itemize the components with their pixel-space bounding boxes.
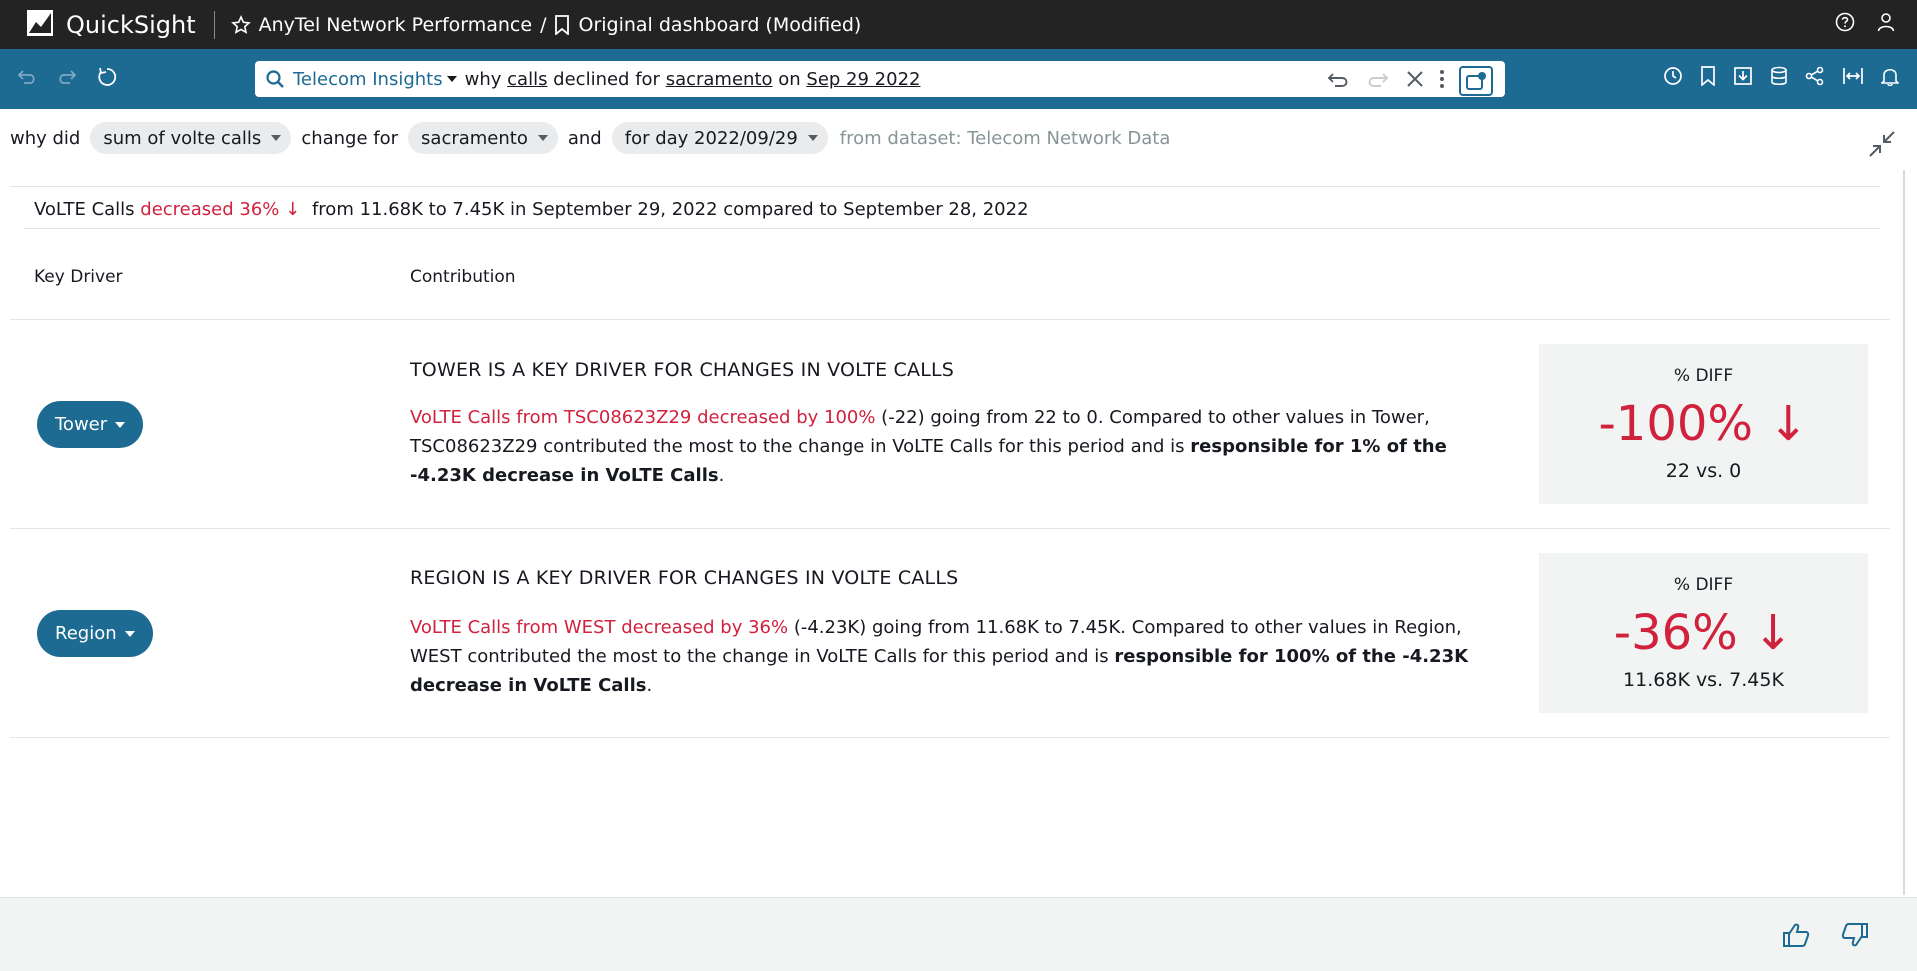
diff-label: % DIFF: [1673, 366, 1734, 386]
driver-title: TOWER IS A KEY DRIVER FOR CHANGES IN VOL…: [410, 359, 955, 381]
diff-card: % DIFF -100% ↓ 22 vs. 0: [1539, 344, 1868, 504]
diff-label: % DIFF: [1673, 575, 1734, 595]
driver-description: VoLTE Calls from WEST decreased by 36% (…: [410, 613, 1490, 700]
query-text: why: [464, 68, 508, 90]
down-arrow-icon: ↓: [285, 199, 301, 220]
diff-value: -36% ↓: [1539, 605, 1868, 661]
diff-card: % DIFF -36% ↓ 11.68K vs. 7.45K: [1539, 553, 1868, 713]
more-vertical-icon[interactable]: [1439, 69, 1445, 94]
diff-value-number: -100%: [1598, 396, 1754, 452]
chevron-down-icon: [115, 421, 126, 428]
down-arrow-icon: ↓: [1768, 396, 1809, 452]
diff-value: -100% ↓: [1539, 396, 1868, 452]
feedback-footer: [0, 897, 1917, 971]
thumbs-down-icon[interactable]: [1841, 922, 1869, 952]
clock-icon[interactable]: [1663, 66, 1683, 90]
database-icon[interactable]: [1770, 66, 1788, 90]
column-header-driver: Key Driver: [34, 267, 123, 287]
date-selector[interactable]: for day 2022/09/29: [611, 122, 828, 154]
topic-selector[interactable]: Telecom Insights: [293, 69, 443, 90]
q-bar: Telecom Insights why calls declined for …: [0, 49, 1917, 109]
chevron-down-icon: [537, 135, 548, 141]
divider: [10, 528, 1890, 529]
summary-metric: VoLTE Calls: [34, 199, 135, 220]
quicksight-logo-icon: [26, 9, 54, 41]
query-text: on: [772, 68, 807, 90]
top-bar: QuickSight AnyTel Network Performance / …: [0, 0, 1917, 49]
summary-change: decreased 36%: [140, 199, 280, 220]
divider: [213, 10, 215, 39]
q-topic-panel-button[interactable]: [1459, 66, 1493, 96]
user-icon[interactable]: [1877, 12, 1895, 36]
diff-compare: 11.68K vs. 7.45K: [1623, 669, 1784, 691]
breadcrumb-separator: /: [540, 13, 547, 36]
interp-text: change for: [301, 127, 399, 149]
chevron-down-icon: [807, 135, 818, 141]
measure-label: sum of volte calls: [103, 127, 262, 149]
chevron-down-icon: [271, 135, 282, 141]
app-logo[interactable]: QuickSight: [26, 9, 196, 41]
query-term-calls[interactable]: calls: [507, 69, 547, 90]
bookmark-icon: [554, 14, 570, 35]
diff-value-number: -36%: [1613, 605, 1738, 661]
driver-red-text: VoLTE Calls from WEST decreased by 36%: [410, 617, 789, 638]
query-text: declined for: [547, 68, 666, 90]
interp-text: and: [567, 127, 602, 149]
help-icon[interactable]: [1835, 12, 1855, 36]
fit-width-icon[interactable]: [1842, 66, 1864, 90]
query-term-date[interactable]: Sep 29 2022: [806, 69, 920, 90]
undo-icon[interactable]: [1325, 69, 1351, 94]
driver-description: VoLTE Calls from TSC08623Z29 decreased b…: [410, 403, 1490, 490]
divider: [10, 319, 1890, 320]
query-term-city[interactable]: sacramento: [666, 69, 773, 90]
star-icon[interactable]: [230, 14, 251, 35]
divider: [10, 737, 1890, 738]
redo-icon[interactable]: [1365, 69, 1391, 94]
redo-icon[interactable]: [56, 66, 78, 92]
driver-end: .: [718, 465, 725, 486]
bookmark-icon[interactable]: [1700, 66, 1716, 90]
breadcrumb-dashboard[interactable]: AnyTel Network Performance: [259, 14, 532, 36]
divider: [10, 186, 1880, 187]
filter-label: sacramento: [421, 127, 528, 149]
chevron-down-icon[interactable]: [446, 76, 457, 82]
undo-icon[interactable]: [16, 66, 38, 92]
driver-red-text: VoLTE Calls from TSC08623Z29 decreased b…: [410, 407, 876, 428]
driver-button-label: Region: [55, 623, 117, 644]
filter-selector[interactable]: sacramento: [408, 122, 558, 154]
app-name: QuickSight: [66, 10, 196, 39]
scrollbar[interactable]: [1903, 170, 1905, 895]
tower-driver-button[interactable]: Tower: [37, 401, 144, 448]
measure-selector[interactable]: sum of volte calls: [90, 122, 292, 154]
dataset-label: from dataset: Telecom Network Data: [839, 127, 1171, 149]
download-icon[interactable]: [1733, 66, 1753, 90]
share-icon[interactable]: [1805, 66, 1825, 90]
region-driver-button[interactable]: Region: [37, 610, 153, 657]
bell-icon[interactable]: [1880, 66, 1900, 90]
driver-button-label: Tower: [55, 414, 108, 435]
collapse-icon[interactable]: [1868, 130, 1896, 162]
chevron-down-icon: [124, 630, 135, 637]
thumbs-up-icon[interactable]: [1782, 922, 1810, 952]
down-arrow-icon: ↓: [1753, 605, 1794, 661]
driver-title: REGION IS A KEY DRIVER FOR CHANGES IN VO…: [410, 567, 959, 589]
divider: [24, 228, 1880, 229]
diff-compare: 22 vs. 0: [1665, 460, 1742, 482]
q-search-bar[interactable]: Telecom Insights why calls declined for …: [255, 61, 1505, 97]
interp-text: why did: [10, 127, 81, 149]
column-header-contribution: Contribution: [410, 267, 516, 287]
date-label: for day 2022/09/29: [624, 127, 798, 149]
search-query[interactable]: why calls declined for sacramento on Sep…: [465, 69, 921, 90]
interpretation-bar: why did sum of volte calls change for sa…: [10, 122, 1170, 154]
search-icon: [265, 69, 285, 89]
breadcrumb: AnyTel Network Performance / Original da…: [230, 13, 861, 36]
breadcrumb-sheet[interactable]: Original dashboard (Modified): [578, 14, 861, 36]
reset-icon[interactable]: [96, 66, 118, 92]
summary-rest: from 11.68K to 7.45K in September 29, 20…: [311, 199, 1029, 220]
driver-end: .: [646, 675, 653, 696]
close-icon[interactable]: [1405, 69, 1425, 94]
summary-text: VoLTE Calls decreased 36% ↓ from 11.68K …: [34, 199, 1029, 220]
